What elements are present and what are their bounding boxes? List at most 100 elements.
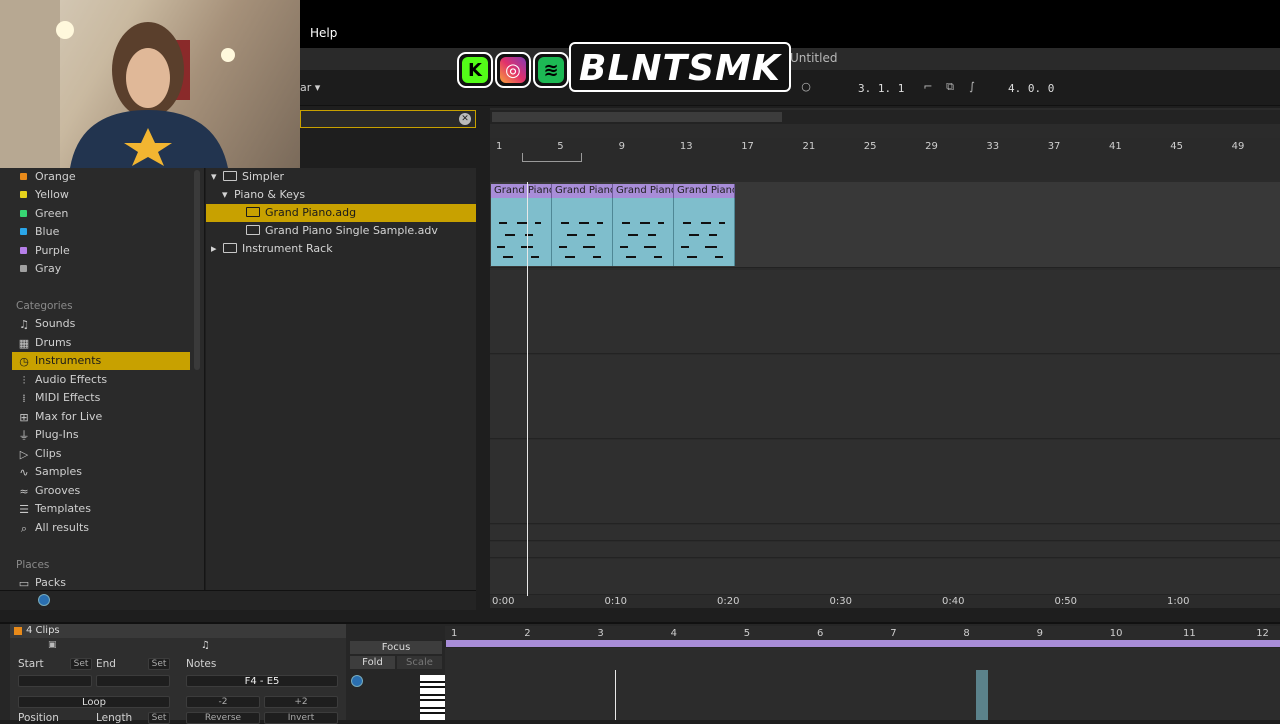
end-field[interactable] bbox=[96, 675, 170, 687]
preset-icon bbox=[246, 225, 260, 235]
list-item[interactable]: Grand Piano.adg bbox=[206, 204, 476, 222]
grid-icon: ▦ bbox=[18, 337, 30, 350]
list-item[interactable]: ▾ Piano & Keys bbox=[206, 186, 476, 204]
loop-brace[interactable] bbox=[522, 153, 582, 162]
punch-in-icon[interactable]: ⌐ bbox=[920, 80, 936, 94]
invert-button[interactable]: Invert bbox=[264, 712, 338, 724]
sidebar-item-clips[interactable]: ▷ Clips bbox=[12, 445, 190, 463]
sidebar-item-audio-effects[interactable]: ⫶ Audio Effects bbox=[12, 371, 190, 389]
song-position[interactable]: 3. 1. 1 bbox=[858, 82, 904, 95]
sidebar-item-instruments[interactable]: ◷ Instruments bbox=[12, 352, 190, 370]
bar-number: 13 bbox=[679, 141, 693, 152]
beat-ruler[interactable] bbox=[490, 138, 1280, 180]
track-lane[interactable] bbox=[490, 270, 1280, 354]
midi-bar-number: 7 bbox=[890, 628, 897, 639]
menu-help[interactable]: Help bbox=[310, 26, 337, 40]
sidebar-item-label: Gray bbox=[35, 262, 62, 275]
length-set-button[interactable]: Set bbox=[148, 712, 170, 724]
sidebar-item-color-blue[interactable]: Blue bbox=[12, 223, 190, 241]
transpose-down-button[interactable]: -2 bbox=[186, 696, 260, 708]
browser-footer bbox=[0, 590, 476, 610]
midi-icon: ⁞ bbox=[22, 392, 26, 405]
preset-icon bbox=[246, 207, 260, 217]
sidebar-item-samples[interactable]: ∿ Samples bbox=[12, 463, 190, 481]
list-item-label: Grand Piano Single Sample.adv bbox=[265, 224, 438, 237]
midi-note-editor[interactable] bbox=[445, 648, 1280, 720]
track-lane[interactable] bbox=[490, 355, 1280, 439]
sidebar-item-packs[interactable]: ▭ Packs bbox=[12, 574, 190, 588]
sidebar-item-color-yellow[interactable]: Yellow bbox=[12, 186, 190, 204]
hot-swap-icon[interactable] bbox=[38, 594, 50, 606]
sidebar-item-sounds[interactable]: ♫ Sounds bbox=[12, 315, 190, 333]
bar-number: 9 bbox=[618, 141, 625, 152]
wave-icon: ⫶ bbox=[22, 374, 26, 387]
master-track-lane[interactable] bbox=[490, 559, 1280, 595]
midi-bar-number: 8 bbox=[963, 628, 970, 639]
return-track-lane[interactable] bbox=[490, 525, 1280, 541]
piano-keys[interactable] bbox=[420, 675, 445, 720]
sidebar-item-label: Samples bbox=[35, 465, 82, 478]
bar-number: 21 bbox=[802, 141, 816, 152]
scale-button[interactable]: Scale bbox=[397, 656, 442, 669]
sidebar-item-midi-effects[interactable]: ⁞ MIDI Effects bbox=[12, 389, 190, 407]
sidebar-item-max-for-live[interactable]: ⊞ Max for Live bbox=[12, 408, 190, 426]
sidebar-item-label: Grooves bbox=[35, 484, 81, 497]
midi-beat-ruler[interactable] bbox=[445, 626, 1280, 640]
end-set-button[interactable]: Set bbox=[148, 658, 170, 670]
midi-note[interactable] bbox=[976, 670, 988, 720]
sidebar-item-label: Yellow bbox=[35, 188, 69, 201]
quantize-select[interactable]: ar ▾ bbox=[300, 81, 320, 94]
sidebar-item-label: Orange bbox=[35, 170, 76, 183]
browser-search-input[interactable] bbox=[300, 110, 476, 128]
transpose-up-button[interactable]: +2 bbox=[264, 696, 338, 708]
loop-length[interactable]: 4. 0. 0 bbox=[1008, 82, 1054, 95]
clip-title[interactable]: Grand Piano bbox=[552, 184, 613, 198]
fold-button[interactable]: Fold bbox=[350, 656, 395, 669]
bar-number: 45 bbox=[1170, 141, 1184, 152]
search-icon: ⌕ bbox=[20, 522, 28, 535]
midi-loop-bar[interactable] bbox=[446, 640, 1280, 647]
loop-button[interactable]: Loop bbox=[18, 696, 170, 708]
sidebar-item-color-green[interactable]: Green bbox=[12, 205, 190, 223]
list-item[interactable]: ▾ Simpler bbox=[206, 168, 476, 186]
sidebar-scrollbar[interactable] bbox=[194, 170, 200, 370]
loop-switch-icon[interactable]: ⧉ bbox=[942, 80, 958, 94]
punch-out-icon[interactable]: ∫ bbox=[964, 80, 980, 94]
sidebar-item-color-orange[interactable]: Orange bbox=[12, 168, 190, 186]
note-icon[interactable]: ♫ bbox=[201, 640, 210, 651]
sidebar-item-label: Purple bbox=[35, 244, 70, 257]
midi-bar-number: 1 bbox=[451, 628, 458, 639]
overview-window[interactable] bbox=[492, 112, 782, 122]
stream-overlay: K ◎ ≋ BLNTSMK bbox=[457, 42, 805, 94]
sidebar-item-label: Drums bbox=[35, 336, 72, 349]
bar-number: 37 bbox=[1047, 141, 1061, 152]
track-lane[interactable] bbox=[490, 440, 1280, 524]
sidebar-item-plug-ins[interactable]: ⏚ Plug-Ins bbox=[12, 426, 190, 444]
focus-button[interactable]: Focus bbox=[350, 641, 442, 654]
sidebar-item-templates[interactable]: ☰ Templates bbox=[12, 500, 190, 518]
close-icon[interactable]: ✕ bbox=[459, 113, 471, 125]
clip-icon[interactable]: ▣ bbox=[48, 640, 57, 650]
sidebar-item-all-results[interactable]: ⌕ All results bbox=[12, 519, 190, 537]
color-swatch bbox=[20, 228, 27, 235]
list-item[interactable]: ▸ Instrument Rack bbox=[206, 240, 476, 258]
sidebar-item-color-purple[interactable]: Purple bbox=[12, 242, 190, 260]
note-range-field[interactable]: F4 - E5 bbox=[186, 675, 338, 687]
list-item[interactable]: Grand Piano Single Sample.adv bbox=[206, 222, 476, 240]
sidebar-item-color-gray[interactable]: Gray bbox=[12, 260, 190, 278]
start-field[interactable] bbox=[18, 675, 92, 687]
preview-icon[interactable] bbox=[351, 675, 363, 687]
time-label: 0:40 bbox=[942, 596, 965, 607]
clip-title[interactable]: Grand Piano bbox=[674, 184, 735, 198]
start-set-button[interactable]: Set bbox=[70, 658, 92, 670]
sidebar-item-label: Clips bbox=[35, 447, 62, 460]
sidebar-item-drums[interactable]: ▦ Drums bbox=[12, 334, 190, 352]
return-track-lane[interactable] bbox=[490, 542, 1280, 558]
clip-title[interactable]: Grand Piano bbox=[613, 184, 674, 198]
sidebar-item-grooves[interactable]: ≈ Grooves bbox=[12, 482, 190, 500]
reverse-button[interactable]: Reverse bbox=[186, 712, 260, 724]
groove-icon: ≈ bbox=[19, 485, 29, 498]
clip-title[interactable]: Grand Piano bbox=[491, 184, 552, 198]
clip-color-swatch[interactable] bbox=[14, 627, 22, 635]
kick-icon: K bbox=[457, 52, 493, 88]
